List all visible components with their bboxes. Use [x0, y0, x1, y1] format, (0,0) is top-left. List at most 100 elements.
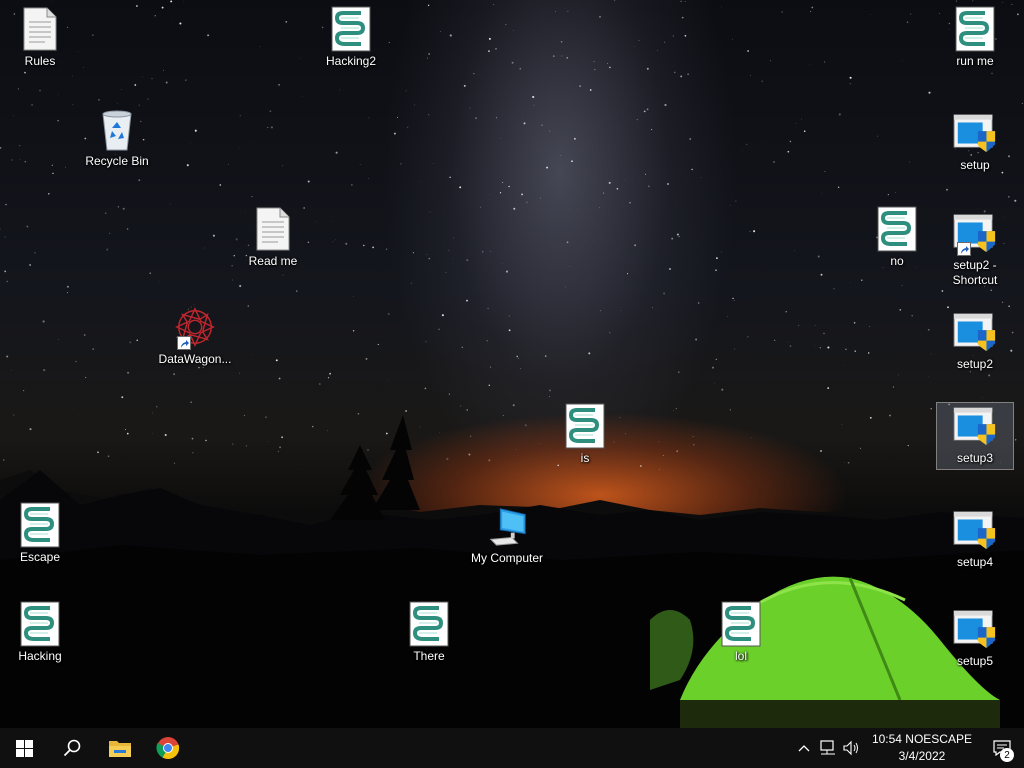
desktop-icon-hacking2[interactable]: Hacking2 — [311, 6, 391, 69]
computer-icon — [485, 503, 529, 549]
star — [672, 35, 674, 37]
star — [184, 79, 187, 82]
search-button[interactable] — [48, 728, 96, 768]
star — [466, 299, 468, 302]
star — [609, 332, 611, 334]
star — [715, 269, 717, 272]
desktop-icon-label: There — [413, 649, 445, 663]
star — [820, 273, 823, 276]
desktop-icon-setup3[interactable]: setup3 — [936, 402, 1014, 470]
desktop-icon-label: setup5 — [956, 654, 994, 668]
star — [684, 35, 687, 37]
script-icon — [329, 6, 373, 52]
star — [955, 0, 958, 2]
star — [787, 150, 790, 153]
star — [681, 16, 684, 19]
star — [151, 432, 153, 434]
desktop-icon-run-me[interactable]: run me — [935, 6, 1015, 69]
desktop-icon-my-computer[interactable]: My Computer — [467, 503, 547, 566]
taskbar: 10:54 NOESCAPE 3/4/2022 2 — [0, 728, 1024, 768]
star — [599, 309, 602, 312]
desktop-icon-setup[interactable]: setup — [935, 110, 1015, 173]
star — [490, 251, 492, 252]
volume-icon — [843, 740, 858, 756]
star — [906, 21, 909, 24]
star — [51, 0, 53, 2]
star — [29, 428, 32, 431]
action-center-button[interactable]: 2 — [980, 728, 1024, 768]
show-hidden-icons-button[interactable] — [792, 728, 816, 768]
clock-date: 3/4/2022 — [898, 749, 946, 763]
star — [127, 371, 130, 374]
desktop-icon-setup5[interactable]: setup5 — [935, 606, 1015, 669]
star — [589, 89, 592, 91]
desktop-icon-label: Hacking — [18, 649, 62, 663]
desktop-icon-rules[interactable]: Rules — [0, 6, 80, 69]
star — [270, 126, 273, 129]
star — [892, 386, 894, 388]
star — [205, 439, 207, 442]
star — [357, 412, 360, 415]
star — [712, 366, 714, 369]
star — [190, 401, 192, 403]
star — [425, 341, 427, 343]
star — [368, 178, 369, 179]
star — [192, 452, 194, 454]
desktop-icon-recycle-bin[interactable]: Recycle Bin — [77, 106, 157, 169]
star — [573, 137, 576, 140]
network-icon — [820, 740, 835, 755]
volume-button[interactable] — [840, 728, 864, 768]
star — [645, 173, 647, 175]
taskbar-file-explorer[interactable] — [96, 728, 144, 768]
desktop-icon-datawagon[interactable]: DataWagon... — [155, 304, 235, 367]
star — [651, 128, 653, 131]
star — [889, 414, 891, 417]
desktop-icon-setup4[interactable]: setup4 — [935, 507, 1015, 570]
desktop-icon-setup2-shortcut[interactable]: setup2 - Shortcut — [935, 210, 1015, 288]
desktop-icon-escape[interactable]: Escape — [0, 502, 80, 565]
desktop-icon-setup2[interactable]: setup2 — [935, 309, 1015, 372]
star — [98, 98, 100, 101]
star — [11, 159, 13, 161]
windows-start-icon — [15, 739, 33, 757]
star — [191, 437, 194, 440]
star — [251, 196, 253, 198]
star — [18, 144, 21, 147]
desktop-icon-is[interactable]: is — [545, 403, 625, 466]
search-icon — [63, 739, 81, 757]
star — [493, 4, 495, 5]
star — [540, 443, 542, 444]
star — [75, 360, 77, 363]
star — [729, 204, 731, 206]
star — [446, 457, 449, 460]
desktop-icon-label: run me — [956, 54, 994, 68]
star — [299, 57, 301, 59]
star — [239, 284, 242, 288]
desktop-icon-hacking[interactable]: Hacking — [0, 601, 80, 664]
taskbar-chrome[interactable] — [144, 728, 192, 768]
star — [427, 57, 428, 59]
star — [117, 206, 120, 208]
star — [109, 232, 111, 234]
desktop-icon-label: Rules — [24, 54, 56, 68]
star — [428, 257, 431, 260]
desktop-icon-lol[interactable]: lol — [701, 601, 781, 664]
desktop-icon-read-me[interactable]: Read me — [233, 206, 313, 269]
start-button[interactable] — [0, 728, 48, 768]
taskbar-clock[interactable]: 10:54 NOESCAPE 3/4/2022 — [864, 731, 980, 765]
star — [71, 75, 73, 77]
desktop-icon-there[interactable]: There — [389, 601, 469, 664]
star — [170, 0, 173, 3]
star — [252, 354, 254, 355]
star — [1015, 439, 1017, 441]
star — [83, 67, 85, 68]
star — [23, 390, 25, 392]
star — [311, 425, 314, 428]
star — [859, 447, 862, 449]
star — [571, 160, 573, 163]
star — [154, 15, 156, 17]
network-button[interactable] — [816, 728, 840, 768]
star — [511, 61, 514, 64]
desktop-icon-label: setup4 — [956, 555, 994, 569]
desktop-icon-no[interactable]: no — [857, 206, 937, 269]
